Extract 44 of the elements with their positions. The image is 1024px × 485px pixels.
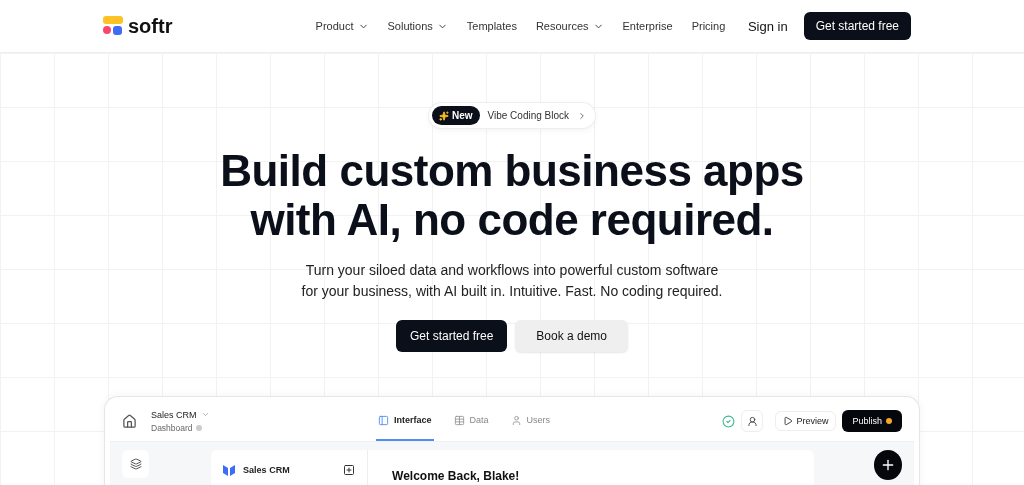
subtitle: for your business, with AI built in. Intuitive. Fast. No coding required.	[301, 282, 723, 301]
layers-icon	[129, 458, 142, 470]
nav-link[interactable]: Product	[315, 20, 369, 32]
new-tag: New	[431, 106, 480, 125]
get-started-button[interactable]: Get started free	[803, 12, 911, 40]
logo-icon	[223, 464, 236, 476]
announcement-badge[interactable]: New Vibe Coding Block	[428, 103, 596, 128]
play-icon	[783, 416, 794, 426]
nav-link[interactable]: Pricing	[691, 20, 726, 32]
book-demo-button[interactable]: Book a demo	[515, 320, 629, 352]
subtitle: Turn your siloed data and workflows into powerful custom software	[304, 261, 720, 280]
nav-link[interactable]: Solutions	[387, 20, 448, 32]
home-icon	[122, 413, 137, 429]
page-name: Dashboard	[151, 422, 376, 433]
publish-button[interactable]: Publish	[842, 410, 902, 432]
chevron-icon	[200, 410, 210, 419]
table-icon	[453, 414, 465, 426]
nav-link[interactable]: Templates	[466, 20, 517, 32]
app-tab[interactable]: Data	[451, 401, 491, 441]
badge-text: Vibe Coding Block	[487, 110, 570, 121]
add-button[interactable]	[873, 450, 902, 480]
add-panel-icon	[343, 464, 356, 476]
app-tab[interactable]: Users	[508, 401, 553, 441]
preview-button[interactable]: Preview	[775, 411, 837, 431]
app-name[interactable]: Sales CRM	[151, 409, 376, 420]
status-dot	[195, 424, 202, 431]
sparkle-icon	[438, 110, 449, 121]
brand-name: softr	[128, 14, 173, 38]
sidebar-button[interactable]	[122, 450, 150, 478]
sidebar-title: Sales CRM	[243, 465, 291, 475]
headline: Build custom business apps	[220, 146, 804, 195]
panel-icon	[378, 414, 389, 426]
status-dot	[886, 418, 892, 424]
user-button[interactable]	[741, 410, 764, 432]
nav-link[interactable]: Enterprise	[622, 20, 673, 32]
welcome-heading: Welcome Back, Blake!	[392, 469, 520, 483]
nav-link[interactable]: Resources	[535, 20, 604, 32]
user-icon	[510, 414, 522, 426]
check-icon	[722, 414, 736, 428]
get-started-button[interactable]: Get started free	[395, 320, 508, 352]
sign-in-link[interactable]: Sign in	[747, 18, 788, 34]
headline: with AI, no code required.	[249, 195, 775, 244]
user-icon	[746, 415, 758, 427]
logo-icon	[103, 16, 123, 36]
